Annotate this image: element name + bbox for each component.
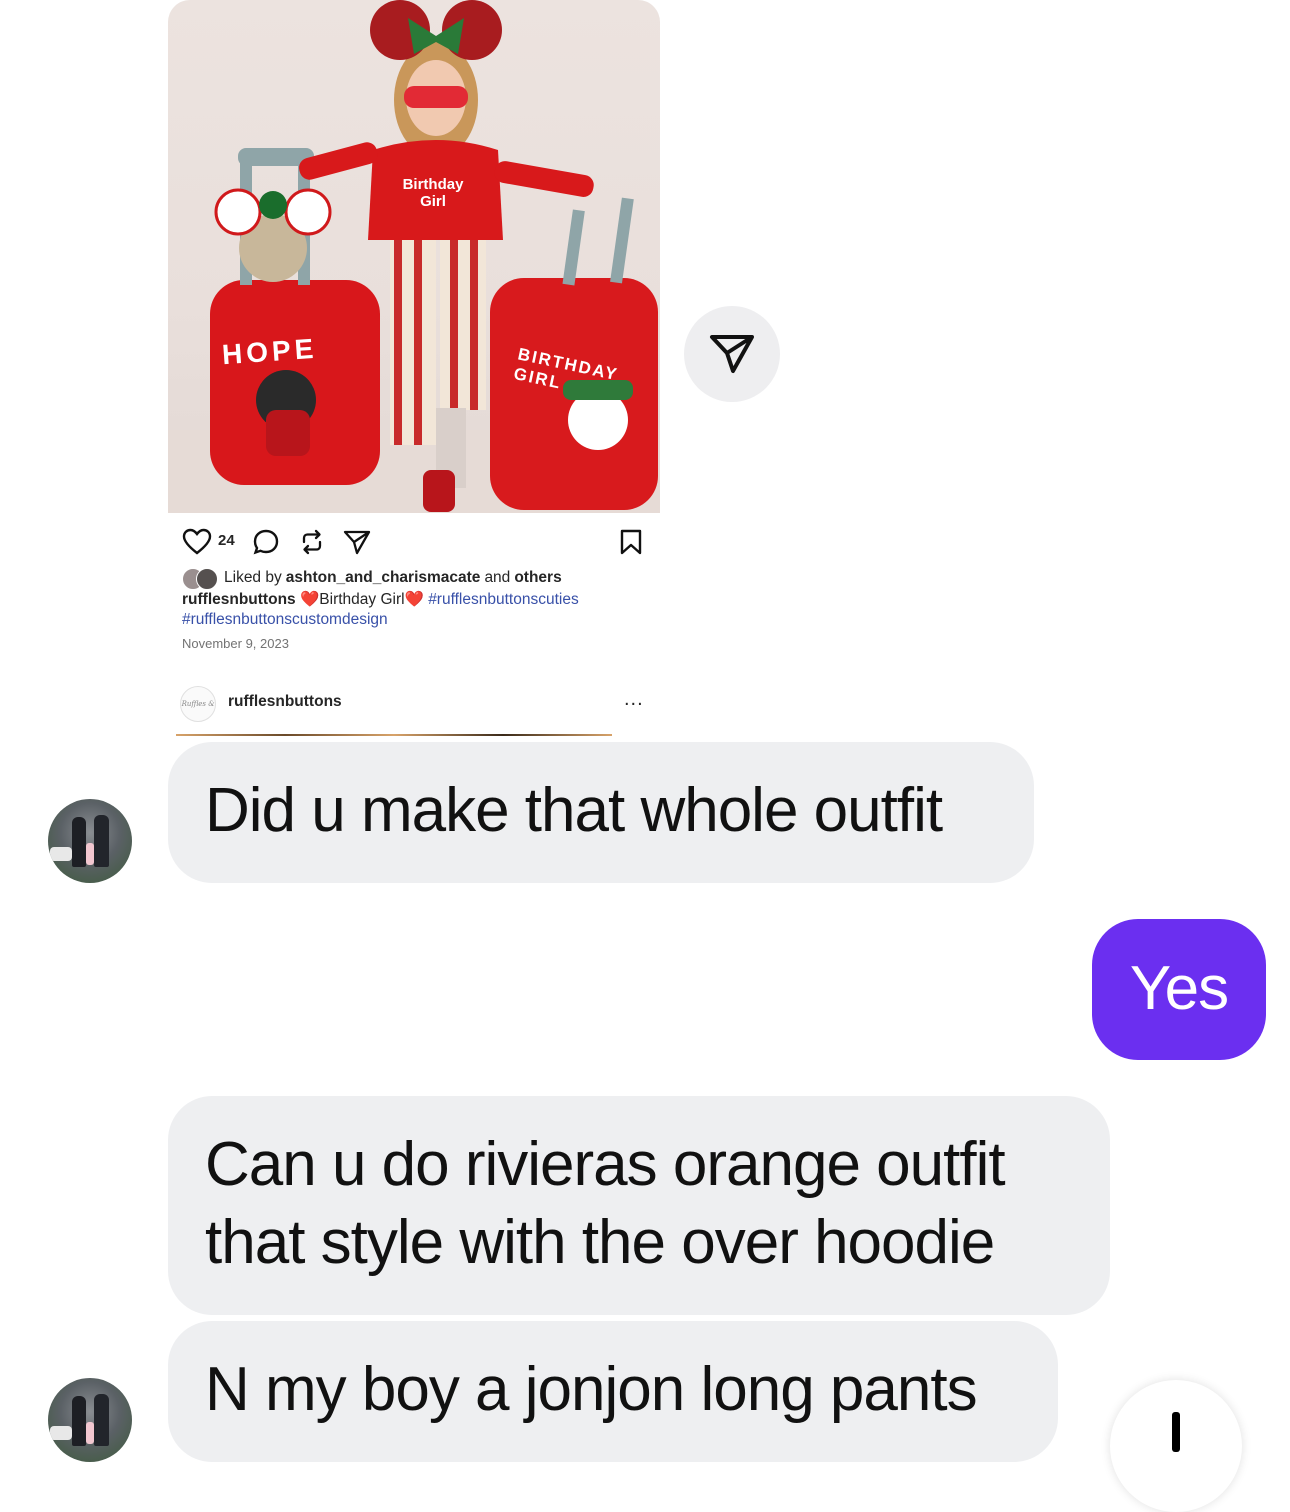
- next-post-image-edge: [176, 734, 612, 736]
- brand-logo-avatar[interactable]: Ruffles & Buttons: [180, 686, 216, 736]
- message-bubble-incoming[interactable]: Did u make that whole outfit: [168, 742, 1034, 883]
- post-photo-illustration: [168, 0, 660, 513]
- like-count: 24: [218, 532, 235, 549]
- left-suitcase-text: HOPE: [221, 332, 319, 371]
- sender-avatar[interactable]: [48, 799, 132, 883]
- send-icon: [710, 335, 754, 373]
- post-caption: rufflesnbuttons ❤️Birthday Girl❤️ #ruffl…: [182, 590, 652, 630]
- arrow-down-icon: [1172, 1412, 1180, 1452]
- comment-icon[interactable]: [252, 528, 280, 561]
- likes-middle: and: [484, 569, 511, 586]
- heart-outline-icon[interactable]: [182, 528, 212, 561]
- red-heart-icon: ❤️: [404, 591, 424, 608]
- post-meta: Liked by ashton_and_charismacate and oth…: [182, 568, 652, 630]
- message-bubble-incoming[interactable]: N my boy a jonjon long pants: [168, 1321, 1058, 1462]
- post-date: November 9, 2023: [182, 636, 289, 651]
- next-post-header: Ruffles & Buttons rufflesnbuttons ...: [168, 686, 660, 736]
- caption-hashtag[interactable]: #rufflesnbuttonscuties: [428, 591, 579, 608]
- message-text: Yes: [1129, 954, 1229, 1023]
- message-bubble-outgoing[interactable]: Yes: [1092, 919, 1266, 1060]
- next-post-username[interactable]: rufflesnbuttons: [228, 693, 342, 711]
- more-options-icon[interactable]: ...: [624, 688, 644, 711]
- message-bubble-incoming[interactable]: Can u do rivieras orange outfit that sty…: [168, 1096, 1110, 1315]
- liker-avatars: [182, 568, 220, 590]
- red-heart-icon: ❤️: [299, 591, 320, 608]
- post-action-bar: 24: [168, 522, 660, 558]
- shared-post-card[interactable]: Birthday Girl HOPE BIRTHDAY GIRL 24 Like…: [168, 0, 660, 736]
- message-text: N my boy a jonjon long pants: [205, 1355, 978, 1424]
- sender-avatar[interactable]: [48, 1378, 132, 1462]
- scroll-down-button[interactable]: [1110, 1380, 1242, 1512]
- caption-text: Birthday Girl: [319, 591, 405, 608]
- caption-username[interactable]: rufflesnbuttons: [182, 591, 296, 608]
- message-text: Did u make that whole outfit: [205, 776, 943, 845]
- caption-hashtag[interactable]: #rufflesnbuttonscustomdesign: [182, 611, 388, 628]
- share-button[interactable]: [684, 306, 780, 402]
- post-photo[interactable]: Birthday Girl HOPE BIRTHDAY GIRL: [168, 0, 660, 513]
- likes-others[interactable]: others: [514, 568, 561, 588]
- brand-logo-text: Ruffles & Buttons: [181, 700, 215, 736]
- send-icon[interactable]: [342, 528, 372, 561]
- bookmark-icon[interactable]: [618, 528, 644, 561]
- message-text: Can u do rivieras orange outfit that sty…: [205, 1130, 1006, 1277]
- likes-user[interactable]: ashton_and_charismacate: [286, 568, 481, 588]
- likes-prefix: Liked by: [224, 569, 282, 586]
- shirt-text: Birthday Girl: [402, 176, 464, 210]
- likes-line: Liked by ashton_and_charismacate and oth…: [182, 568, 652, 590]
- repost-icon[interactable]: [298, 528, 326, 561]
